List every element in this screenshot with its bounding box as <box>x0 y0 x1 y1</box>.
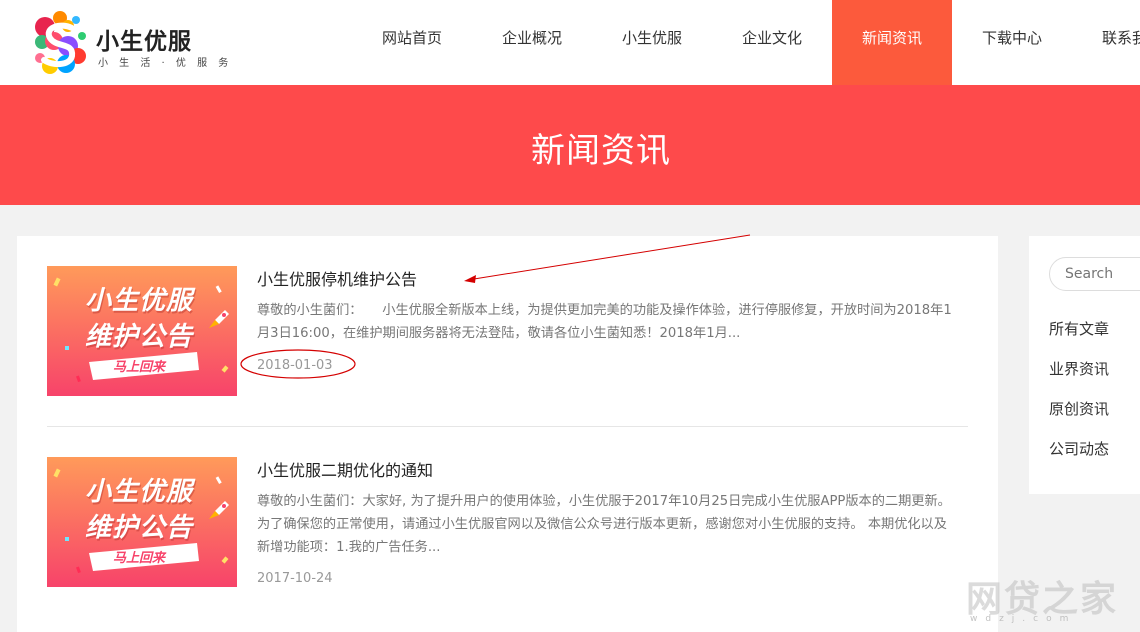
article-title[interactable]: 小生优服二期优化的通知 <box>257 457 433 481</box>
brand-slogan: 小 生 活 · 优 服 务 <box>98 58 233 69</box>
thumbnail-subtitle: 维护公告 <box>85 513 194 543</box>
article-item: 小生优服 维护公告 马上回来 小生优服二期优化的通知 尊敬的小生菌们：大家好, … <box>47 457 968 597</box>
nav-corporate-culture[interactable]: 企业文化 <box>712 0 832 85</box>
nav-downloads[interactable]: 下载中心 <box>952 0 1072 85</box>
article-date: 2017-10-24 <box>257 571 333 586</box>
sidebar-link-industry-news[interactable]: 业界资讯 <box>1049 358 1109 379</box>
nav-news[interactable]: 新闻资讯 <box>832 0 952 85</box>
sidebar-link-original-news[interactable]: 原创资讯 <box>1049 398 1109 419</box>
thumbnail-subtitle: 维护公告 <box>85 322 194 352</box>
page-banner: 新闻资讯 <box>0 85 1140 205</box>
article-thumbnail[interactable]: 小生优服 维护公告 马上回来 <box>47 457 237 587</box>
article-divider <box>47 426 968 427</box>
nav-company-overview[interactable]: 企业概况 <box>472 0 592 85</box>
page-title: 新闻资讯 <box>531 131 671 171</box>
logo-s-icon <box>35 11 86 74</box>
sidebar: 所有文章 业界资讯 原创资讯 公司动态 <box>1029 236 1140 494</box>
sidebar-link-company-news[interactable]: 公司动态 <box>1049 438 1109 459</box>
watermark-logo: 网贷之家 wdzj.com <box>966 570 1136 630</box>
article-title[interactable]: 小生优服停机维护公告 <box>257 266 417 290</box>
nav-contact[interactable]: 联系我们 <box>1072 0 1140 85</box>
site-header: 小生优服 小 生 活 · 优 服 务 网站首页 企业概况 小生优服 企业文化 新… <box>0 0 1140 85</box>
thumbnail-title: 小生优服 <box>85 286 194 316</box>
article-list: 小生优服 维护公告 马上回来 小生优服停机维护公告 尊敬的小生菌们： 小生优服全… <box>17 236 998 632</box>
thumbnail-title: 小生优服 <box>85 477 194 507</box>
thumbnail-tag: 马上回来 <box>113 360 166 375</box>
brand-name: 小生优服 <box>96 29 192 55</box>
sidebar-link-all-articles[interactable]: 所有文章 <box>1049 318 1109 339</box>
article-item: 小生优服 维护公告 马上回来 小生优服停机维护公告 尊敬的小生菌们： 小生优服全… <box>47 266 968 406</box>
main-nav: 网站首页 企业概况 小生优服 企业文化 新闻资讯 下载中心 联系我们 <box>352 0 1140 85</box>
article-excerpt: 尊敬的小生菌们： 小生优服全新版本上线，为提供更加完美的功能及操作体验，进行停服… <box>257 303 952 341</box>
article-excerpt: 尊敬的小生菌们：大家好, 为了提升用户的使用体验，小生优服于2017年10月25… <box>257 494 951 555</box>
article-date: 2018-01-03 <box>257 358 333 373</box>
nav-xiaosheng-youfu[interactable]: 小生优服 <box>592 0 712 85</box>
thumbnail-tag: 马上回来 <box>113 551 166 566</box>
nav-home[interactable]: 网站首页 <box>352 0 472 85</box>
search-input[interactable] <box>1049 257 1140 291</box>
article-thumbnail[interactable]: 小生优服 维护公告 马上回来 <box>47 266 237 396</box>
brand-logo[interactable]: 小生优服 小 生 活 · 优 服 务 <box>30 6 228 76</box>
watermark-subtext: wdzj.com <box>970 614 1077 624</box>
